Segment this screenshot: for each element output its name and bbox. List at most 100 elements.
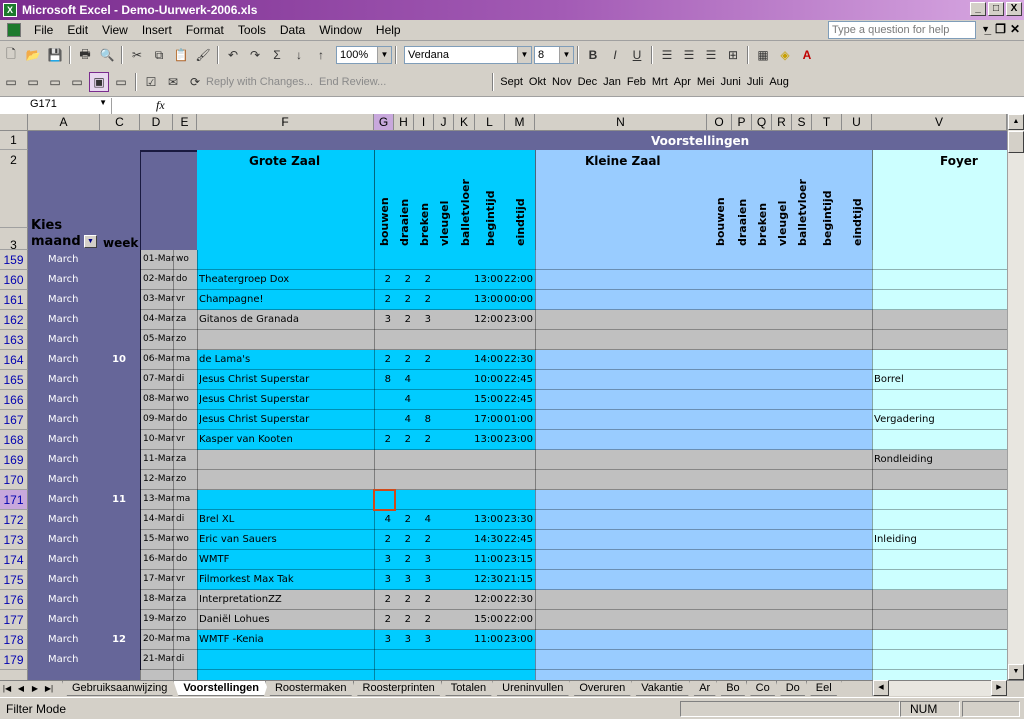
cell-date[interactable]: 14-Mar [143,510,175,529]
show-all-comments-icon[interactable]: ▣ [89,72,109,92]
row-header-170[interactable]: 170 [0,470,28,490]
cell-month[interactable]: March [48,470,78,489]
cell-g[interactable]: 2 [374,290,391,309]
col-header-a[interactable]: A [28,114,100,131]
cell-date[interactable]: 09-Mar [143,410,175,429]
col-header-v[interactable]: V [872,114,1007,131]
tab-voorstellingen[interactable]: Voorstellingen [173,681,269,696]
cell-begintijd[interactable]: 13:00 [467,430,503,449]
track-changes-icon[interactable]: ☑ [141,72,161,92]
cell-date[interactable]: 07-Mar [143,370,175,389]
col-header-c[interactable]: C [100,114,140,131]
cell-i[interactable]: 2 [414,350,431,369]
select-all-corner[interactable] [0,114,28,131]
cell-begintijd[interactable]: 13:00 [467,510,503,529]
tab-overuren[interactable]: Overuren [569,681,635,696]
cell-h[interactable]: 2 [394,430,411,449]
cell-h[interactable]: 2 [394,310,411,329]
cell-g[interactable]: 2 [374,350,391,369]
row-header-174[interactable]: 174 [0,550,28,570]
scroll-thumb[interactable] [1008,131,1024,153]
autosum-icon[interactable]: Σ [267,45,287,65]
cell-voorstelling[interactable]: Jesus Christ Superstar [199,370,373,389]
cell-eindtijd[interactable]: 01:00 [501,410,533,429]
cell-month[interactable]: March [48,570,78,589]
cell-day[interactable]: zo [176,470,186,489]
cell-h[interactable]: 2 [394,270,411,289]
cell-day[interactable]: zo [176,330,186,349]
cell-day[interactable]: wo [176,530,189,549]
paste-icon[interactable]: 📋 [171,45,191,65]
row-header-179[interactable]: 179 [0,650,28,670]
cell-date[interactable]: 15-Mar [143,530,175,549]
cell-h[interactable]: 2 [394,510,411,529]
cell-month[interactable]: March [48,350,78,369]
cell-g[interactable]: 3 [374,310,391,329]
horizontal-scrollbar[interactable]: ◀ ▶ [872,680,1007,696]
cell-begintijd[interactable]: 14:00 [467,350,503,369]
borders-icon[interactable]: ▦ [753,45,773,65]
cell-i[interactable]: 8 [414,410,431,429]
cell-month[interactable]: March [48,390,78,409]
cell-eindtijd[interactable]: 22:00 [501,610,533,629]
cell-day[interactable]: za [176,450,186,469]
cell-day[interactable]: do [176,270,187,289]
cell-foyer[interactable]: Inleiding [874,530,917,549]
cell-month[interactable]: March [48,290,78,309]
cell-day[interactable]: ma [176,350,190,369]
cell-month[interactable]: March [48,650,78,669]
cell-eindtijd[interactable]: 22:45 [501,390,533,409]
bold-icon[interactable]: B [583,45,603,65]
col-header-h[interactable]: H [394,114,414,131]
row-header-3[interactable]: 3 [0,228,28,252]
align-right-icon[interactable]: ☰ [701,45,721,65]
row-header-162[interactable]: 162 [0,310,28,330]
row-header-166[interactable]: 166 [0,390,28,410]
row-header-165[interactable]: 165 [0,370,28,390]
tab-totalen[interactable]: Totalen [441,681,496,696]
cell-i[interactable]: 2 [414,590,431,609]
cell-begintijd[interactable]: 14:30 [467,530,503,549]
month-aug[interactable]: Aug [769,76,789,88]
month-juli[interactable]: Juli [747,76,764,88]
cell-voorstelling[interactable]: Eric van Sauers [199,530,373,549]
menu-insert[interactable]: Insert [135,23,179,37]
col-header-n[interactable]: N [535,114,707,131]
cell-g[interactable]: 2 [374,610,391,629]
cut-icon[interactable]: ✂ [127,45,147,65]
row-header-172[interactable]: 172 [0,510,28,530]
cell-month[interactable]: March [48,330,78,349]
sort-desc-icon[interactable]: ↑ [311,45,331,65]
row-header-177[interactable]: 177 [0,610,28,630]
undo-icon[interactable]: ↶ [223,45,243,65]
row-header-163[interactable]: 163 [0,330,28,350]
copy-icon[interactable]: ⧉ [149,45,169,65]
open-icon[interactable]: 📂 [23,45,43,65]
cell-eindtijd[interactable]: 22:30 [501,590,533,609]
month-sept[interactable]: Sept [500,76,523,88]
row-header-175[interactable]: 175 [0,570,28,590]
cell-date[interactable]: 10-Mar [143,430,175,449]
cell-i[interactable]: 3 [414,630,431,649]
fx-icon[interactable]: fx [156,98,165,113]
cell-g[interactable]: 3 [374,630,391,649]
chevron-down-icon[interactable]: ▼ [99,98,107,107]
tab-vakantie[interactable]: Vakantie [631,681,693,696]
zoom-select[interactable]: 100% ▼ [336,46,392,64]
cell-month[interactable]: March [48,370,78,389]
row-header-160[interactable]: 160 [0,270,28,290]
menu-data[interactable]: Data [273,23,312,37]
save-icon[interactable]: 💾 [45,45,65,65]
col-header-p[interactable]: P [732,114,752,131]
merge-center-icon[interactable]: ⊞ [723,45,743,65]
menu-help[interactable]: Help [369,23,408,37]
cell-begintijd[interactable]: 17:00 [467,410,503,429]
chevron-down-icon[interactable]: ▼ [377,47,391,63]
cell-voorstelling[interactable]: Kasper van Kooten [199,430,373,449]
cell-day[interactable]: di [176,370,184,389]
help-search-input[interactable]: Type a question for help [828,21,976,39]
cell-i[interactable]: 3 [414,310,431,329]
format-painter-icon[interactable]: 🖌 [193,45,213,65]
row-header-159[interactable]: 159 [0,250,28,270]
cell-eindtijd[interactable]: 23:00 [501,430,533,449]
